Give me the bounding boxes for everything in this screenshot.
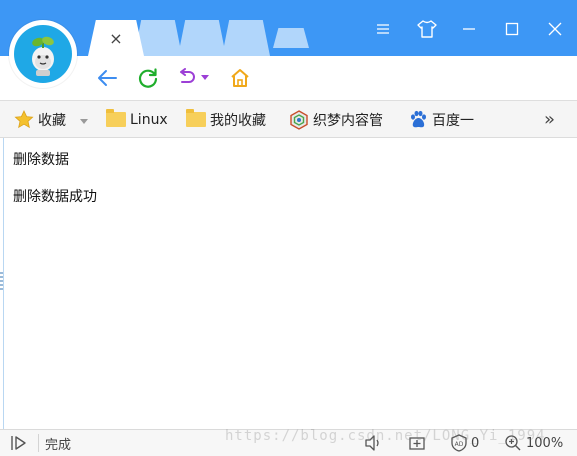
folder-icon: [106, 109, 126, 129]
sidebar-edge: [3, 138, 4, 429]
adblock-count: 0: [471, 435, 480, 451]
content-line-2: 删除数据成功: [13, 189, 97, 205]
bookmarks-bar: 收藏 Linux 我的收藏 织梦内容管 百度一 »: [0, 100, 577, 138]
adblock-indicator[interactable]: AD 0: [451, 430, 479, 456]
favorites-button[interactable]: 收藏: [14, 101, 88, 138]
more-bookmarks-button[interactable]: »: [544, 101, 555, 138]
close-icon[interactable]: [542, 16, 568, 42]
sidebar-grip[interactable]: [0, 272, 3, 292]
home-icon[interactable]: [227, 66, 253, 90]
undo-dropdown-icon[interactable]: [198, 66, 212, 90]
double-chevron-icon: »: [544, 109, 556, 130]
menu-icon[interactable]: [370, 16, 396, 42]
tab-inactive-2[interactable]: [178, 20, 226, 56]
favorites-label: 收藏: [38, 112, 66, 129]
star-icon: [14, 110, 34, 129]
favorites-dropdown-icon[interactable]: [80, 112, 88, 128]
minimize-icon[interactable]: [456, 16, 482, 42]
speaker-icon[interactable]: [364, 430, 382, 456]
logo-icon: [14, 25, 72, 83]
status-text: 完成: [45, 437, 72, 453]
tab-close-button[interactable]: ×: [106, 29, 126, 49]
shield-icon: AD: [451, 434, 467, 452]
content-line-1: 删除数据: [13, 152, 69, 168]
tshirt-icon[interactable]: [414, 16, 440, 42]
back-arrow-icon[interactable]: [94, 66, 120, 90]
maximize-icon[interactable]: [499, 16, 525, 42]
bookmark-item-dedecms[interactable]: 织梦内容管: [289, 101, 383, 138]
bookmark-label: 织梦内容管: [313, 112, 383, 129]
refresh-icon[interactable]: [135, 66, 161, 90]
zoom-control[interactable]: 100%: [504, 430, 563, 456]
page-content: 删除数据 删除数据成功: [0, 138, 577, 429]
new-tab-button[interactable]: [273, 28, 309, 48]
status-divider: [38, 434, 39, 452]
bookmark-label: Linux: [130, 111, 168, 128]
dedecms-icon: [289, 109, 309, 130]
screenshot-icon[interactable]: [408, 430, 426, 456]
status-bar: 完成 AD 0 100%: [0, 429, 577, 456]
bookmark-item-linux[interactable]: Linux: [106, 101, 168, 138]
tab-inactive-3[interactable]: [222, 20, 270, 56]
baidu-paw-icon: [408, 110, 428, 129]
bookmark-item-my-favorites[interactable]: 我的收藏: [186, 101, 266, 138]
undo-icon[interactable]: [174, 66, 200, 90]
svg-text:AD: AD: [455, 441, 464, 448]
bookmark-label: 百度一: [432, 112, 474, 129]
bookmark-label: 我的收藏: [210, 112, 266, 129]
bookmark-item-baidu[interactable]: 百度一: [408, 101, 474, 138]
zoom-icon: [505, 435, 521, 451]
browser-logo[interactable]: [9, 20, 77, 88]
sidebar-toggle-icon[interactable]: [10, 430, 28, 456]
folder-icon: [186, 109, 206, 129]
navigation-bar: [0, 56, 577, 100]
zoom-level: 100%: [526, 435, 564, 451]
